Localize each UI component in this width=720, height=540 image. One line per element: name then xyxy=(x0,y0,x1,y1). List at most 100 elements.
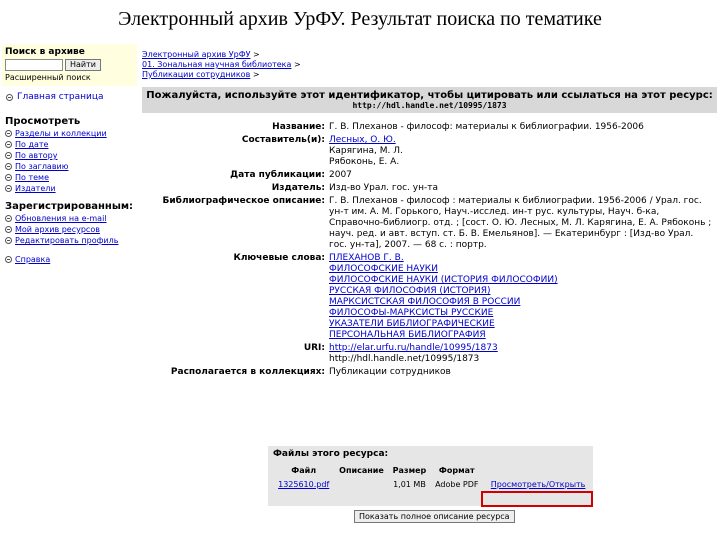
meta-value: Г. В. Плеханов - философ : материалы к б… xyxy=(329,196,712,250)
meta-row-collection: Располагается в коллекциях: Публикации с… xyxy=(142,366,715,379)
arrow-bullet-icon xyxy=(5,226,12,233)
arrow-bullet-icon xyxy=(5,130,12,137)
help-link[interactable]: Справка xyxy=(5,255,134,264)
files-header: Файл xyxy=(291,466,317,475)
meta-label: URI: xyxy=(303,343,325,353)
meta-row-date: Дата публикации: 2007 xyxy=(142,169,715,182)
uri-link[interactable]: http://elar.urfu.ru/handle/10995/1873 xyxy=(329,343,713,354)
view-open-link[interactable]: Просмотреть/Открыть xyxy=(491,480,586,489)
arrow-bullet-icon xyxy=(5,237,12,244)
advanced-search-link[interactable]: Расширенный поиск xyxy=(5,73,134,82)
meta-label: Библиографическое описание: xyxy=(162,196,325,206)
search-box: Поиск в архиве Найти Расширенный поиск xyxy=(2,44,137,86)
arrow-bullet-icon xyxy=(5,174,12,181)
file-row: 1325610.pdf 1,01 MB Adobe PDF Просмотрет… xyxy=(273,476,593,490)
keyword-link[interactable]: ФИЛОСОФЫ-МАРКСИСТЫ РУССКИЕ xyxy=(329,308,713,319)
files-header: Описание xyxy=(339,466,384,475)
arrow-bullet-icon xyxy=(5,215,12,222)
file-link[interactable]: 1325610.pdf xyxy=(278,480,329,489)
keyword-link[interactable]: ФИЛОСОФСКИЕ НАУКИ xyxy=(329,264,713,275)
citation-text: Пожалуйста, используйте этот идентификат… xyxy=(146,90,713,101)
browse-title: Просмотреть xyxy=(5,116,81,127)
full-record-button[interactable]: Показать полное описание ресурса xyxy=(354,510,515,523)
meta-label: Издатель: xyxy=(271,183,325,193)
uri-text: http://hdl.handle.net/10995/1873 xyxy=(329,354,480,364)
keyword-link[interactable]: УКАЗАТЕЛИ БИБЛИОГРАФИЧЕСКИЕ xyxy=(329,319,713,330)
breadcrumb-item[interactable]: Публикации сотрудников xyxy=(142,70,250,79)
file-description xyxy=(334,476,388,490)
meta-value: Публикации сотрудников xyxy=(329,367,451,377)
compiler-link[interactable]: Лесных, О. Ю. xyxy=(329,135,713,146)
meta-row-publisher: Издатель: Изд-во Урал. гос. ун-та xyxy=(142,182,715,195)
breadcrumb-separator: > xyxy=(252,70,260,79)
registered-item-edit-profile[interactable]: Редактировать профиль xyxy=(5,236,134,245)
registered-item-label: Мой архив ресурсов xyxy=(15,225,100,234)
keyword-link[interactable]: ФИЛОСОФСКИЕ НАУКИ (ИСТОРИЯ ФИЛОСОФИИ) xyxy=(329,275,713,286)
keyword-link[interactable]: ПЕРСОНАЛЬНАЯ БИБЛИОГРАФИЯ xyxy=(329,330,713,341)
registered-list: Обновления на e-mail Мой архив ресурсов … xyxy=(2,212,137,245)
browse-item-label: Разделы и коллекции xyxy=(15,129,107,138)
browse-item-publishers[interactable]: Издатели xyxy=(5,184,134,193)
sidebar: Поиск в архиве Найти Расширенный поиск Г… xyxy=(2,44,137,540)
meta-label: Располагается в коллекциях: xyxy=(170,367,325,377)
registered-title: Зарегистрированным: xyxy=(5,201,134,212)
browse-list: Разделы и коллекции По дате По автору По… xyxy=(2,127,137,193)
browse-item-label: Издатели xyxy=(15,184,56,193)
files-header: Формат xyxy=(438,466,475,475)
meta-row-compilers: Составитель(и): Лесных, О. Ю. Карягина, … xyxy=(142,134,715,169)
meta-value: Г. В. Плеханов - философ: материалы к би… xyxy=(329,122,644,132)
view-open-highlight xyxy=(481,491,593,507)
browse-item-label: По заглавию xyxy=(15,162,69,171)
arrow-bullet-icon xyxy=(5,163,12,170)
breadcrumb: Электронный архив УрФУ > 01. Зональная н… xyxy=(142,50,720,80)
keyword-link[interactable]: РУССКАЯ ФИЛОСОФИЯ (ИСТОРИЯ) xyxy=(329,286,713,297)
meta-label: Составитель(и): xyxy=(241,135,325,145)
search-title: Поиск в архиве xyxy=(5,47,85,57)
home-link[interactable]: Главная страница xyxy=(2,86,137,108)
registered-item-label: Обновления на e-mail xyxy=(15,214,107,223)
files-header-row: Файл Описание Размер Формат xyxy=(273,465,593,476)
home-link-label: Главная страница xyxy=(17,92,104,102)
breadcrumb-item[interactable]: 01. Зональная научная библиотека xyxy=(142,60,291,69)
browse-item-label: По автору xyxy=(15,151,58,160)
meta-row-uri: URI: http://elar.urfu.ru/handle/10995/18… xyxy=(142,342,715,366)
meta-row-title: Название: Г. В. Плеханов - философ: мате… xyxy=(142,121,715,134)
browse-item-label: По теме xyxy=(15,173,49,182)
citation-url: http://hdl.handle.net/10995/1873 xyxy=(352,101,507,110)
keyword-link[interactable]: ПЛЕХАНОВ Г. В. xyxy=(329,253,713,264)
meta-value: Изд-во Урал. гос. ун-та xyxy=(329,183,438,193)
meta-label: Ключевые слова: xyxy=(233,253,325,263)
help-link-label: Справка xyxy=(15,255,51,264)
arrow-bullet-icon xyxy=(5,141,12,148)
file-size: 1,01 MB xyxy=(393,480,426,489)
meta-label: Название: xyxy=(272,122,325,132)
citation-box: Пожалуйста, используйте этот идентификат… xyxy=(142,87,717,113)
compiler-name: Карягина, М. Л. xyxy=(329,146,403,156)
meta-row-keywords: Ключевые слова: ПЛЕХАНОВ Г. В. ФИЛОСОФСК… xyxy=(142,252,715,342)
meta-label: Дата публикации: xyxy=(230,170,325,180)
breadcrumb-item[interactable]: Электронный архив УрФУ xyxy=(142,50,251,59)
files-header-action xyxy=(483,465,593,476)
browse-item-date[interactable]: По дате xyxy=(5,140,134,149)
search-input[interactable] xyxy=(5,59,63,71)
registered-item-label: Редактировать профиль xyxy=(15,236,119,245)
browse-item-title[interactable]: По заглавию xyxy=(5,162,134,171)
search-button[interactable]: Найти xyxy=(65,59,101,71)
registered-item-subscriptions[interactable]: Обновления на e-mail xyxy=(5,214,134,223)
breadcrumb-separator: > xyxy=(293,60,301,69)
files-title: Файлы этого ресурса: xyxy=(273,449,389,459)
meta-row-biblio: Библиографическое описание: Г. В. Плехан… xyxy=(142,195,715,252)
registered-item-my-archive[interactable]: Мой архив ресурсов xyxy=(5,225,134,234)
arrow-bullet-icon xyxy=(5,256,12,263)
browse-item-author[interactable]: По автору xyxy=(5,151,134,160)
browse-item-subject[interactable]: По теме xyxy=(5,173,134,182)
slide-title: Электронный архив УрФУ. Результат поиска… xyxy=(118,8,602,30)
metadata-table: Название: Г. В. Плеханов - философ: мате… xyxy=(142,121,715,379)
browse-item-collections[interactable]: Разделы и коллекции xyxy=(5,129,134,138)
breadcrumb-separator: > xyxy=(253,50,260,59)
files-header: Размер xyxy=(392,466,427,475)
help-list: Справка xyxy=(2,253,137,264)
file-format: Adobe PDF xyxy=(435,480,479,489)
compiler-name: Рябоконь, Е. А. xyxy=(329,157,400,167)
keyword-link[interactable]: МАРКСИСТСКАЯ ФИЛОСОФИЯ В РОССИИ xyxy=(329,297,713,308)
